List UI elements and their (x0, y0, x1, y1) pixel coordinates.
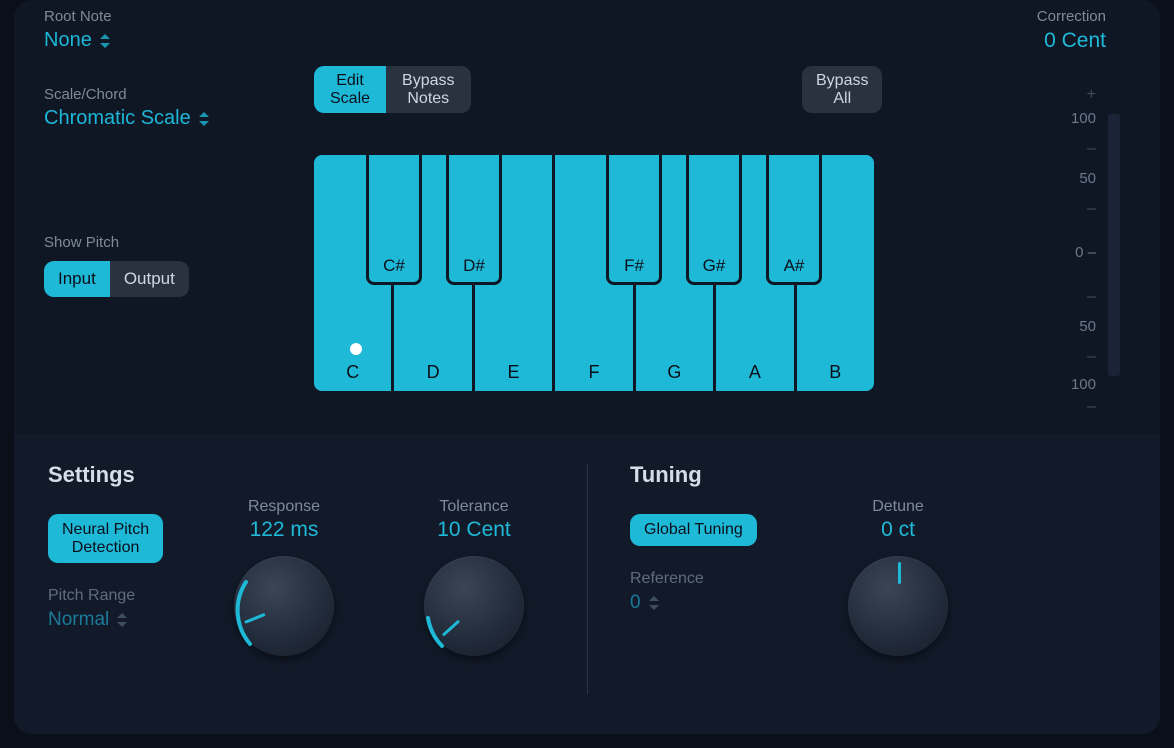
white-key-label: B (797, 362, 874, 383)
response-label: Response (214, 498, 354, 516)
input-pitch-dot (350, 343, 362, 355)
neural-line1: Neural Pitch (62, 521, 149, 538)
show-pitch-output-button[interactable]: Output (110, 261, 189, 297)
global-tuning-button[interactable]: Global Tuning (630, 514, 757, 546)
white-key-label: G (636, 362, 713, 383)
white-key-label: D (394, 362, 471, 383)
edit-scale-line2: Scale (330, 90, 370, 107)
correction-label: Correction (976, 8, 1106, 25)
black-key-label: C# (369, 256, 419, 276)
updown-icon (199, 112, 209, 126)
white-key-label: F (555, 362, 632, 383)
black-key-asharp[interactable]: A# (766, 155, 822, 285)
root-note-select[interactable]: None (44, 29, 234, 52)
black-key-label: G# (689, 256, 739, 276)
detune-value: 0 ct (828, 518, 968, 542)
scale-chord-select[interactable]: Chromatic Scale (44, 107, 234, 130)
black-key-label: F# (609, 256, 659, 276)
edit-scale-line1: Edit (336, 72, 364, 89)
bypass-all-line2: All (833, 90, 851, 107)
black-key-dsharp[interactable]: D# (446, 155, 502, 285)
bypass-notes-button[interactable]: Bypass Notes (386, 66, 470, 113)
root-note-label: Root Note (44, 8, 234, 25)
white-key-label: C (314, 362, 391, 383)
neural-line2: Detection (72, 539, 140, 556)
black-key-label: D# (449, 256, 499, 276)
edit-scale-button[interactable]: Edit Scale (314, 66, 386, 113)
scale-chord-value: Chromatic Scale (44, 107, 191, 130)
show-pitch-input-button[interactable]: Input (44, 261, 110, 297)
detune-knob[interactable] (848, 556, 948, 656)
tolerance-knob[interactable] (424, 556, 524, 656)
updown-icon (649, 596, 659, 610)
black-key-fsharp[interactable]: F# (606, 155, 662, 285)
correction-value: 0 Cent (976, 29, 1106, 53)
tuning-title: Tuning (630, 462, 1126, 488)
response-value: 122 ms (214, 518, 354, 542)
correction-bar (1108, 114, 1120, 376)
show-pitch-label: Show Pitch (44, 234, 234, 251)
correction-plus: + (1087, 86, 1096, 104)
black-key-csharp[interactable]: C# (366, 155, 422, 285)
neural-pitch-detection-button[interactable]: Neural Pitch Detection (48, 514, 163, 563)
correction-scale-100b: 100 (1056, 376, 1096, 393)
correction-meter: + 100 – 50 – 0 – – 50 – 100 – (1026, 72, 1120, 412)
black-key-gsharp[interactable]: G# (686, 155, 742, 285)
tolerance-value: 10 Cent (404, 518, 544, 542)
correction-scale-0: 0 – (1056, 244, 1096, 261)
white-key-label: A (716, 362, 793, 383)
updown-icon (100, 34, 110, 48)
bypass-all-button[interactable]: Bypass All (802, 66, 882, 113)
scale-chord-label: Scale/Chord (44, 86, 234, 103)
correction-scale-50a: 50 (1056, 170, 1096, 187)
white-key-label: E (475, 362, 552, 383)
bypass-notes-line1: Bypass (402, 72, 454, 89)
settings-title: Settings (48, 462, 544, 488)
updown-icon (117, 613, 127, 627)
pitch-range-value: Normal (48, 609, 109, 631)
correction-minus: – (1087, 398, 1096, 416)
detune-label: Detune (828, 498, 968, 516)
black-key-label: A# (769, 256, 819, 276)
root-note-value: None (44, 29, 92, 52)
tolerance-label: Tolerance (404, 498, 544, 516)
keyboard[interactable]: CDEFGAB C# D# F# G# A# (314, 155, 874, 391)
correction-scale-50b: 50 (1056, 318, 1096, 335)
response-knob[interactable] (234, 556, 334, 656)
correction-scale-100a: 100 (1056, 110, 1096, 127)
reference-value: 0 (630, 592, 641, 614)
bypass-notes-line2: Notes (407, 90, 449, 107)
bypass-all-line1: Bypass (816, 72, 868, 89)
